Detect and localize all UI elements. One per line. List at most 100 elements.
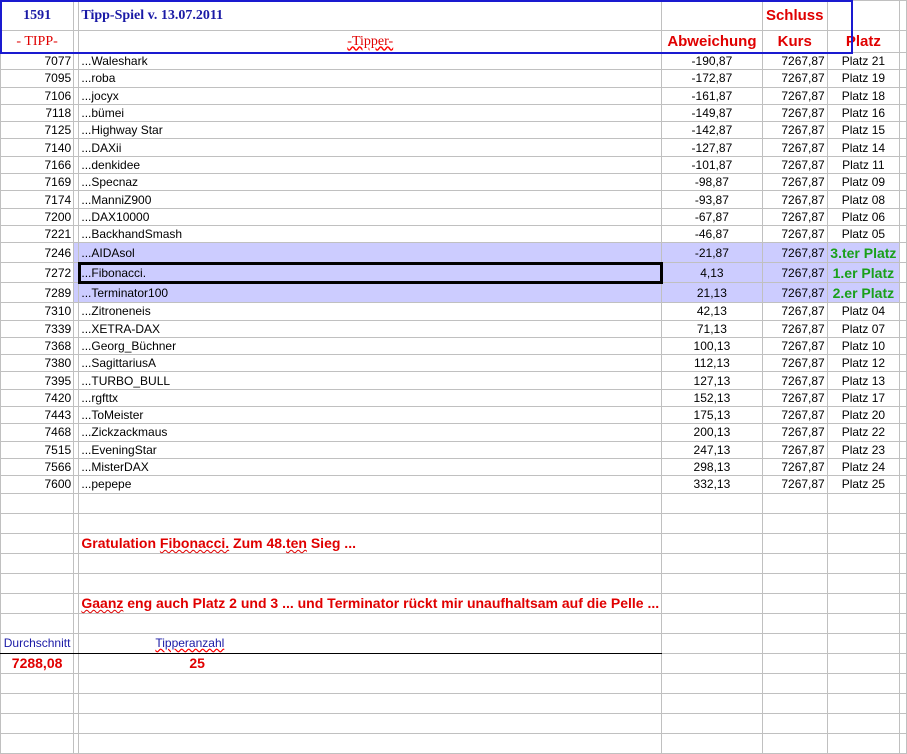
empty-cell[interactable] bbox=[761, 732, 828, 754]
empty-cell[interactable] bbox=[899, 532, 907, 554]
platz-cell[interactable]: 1.er Platz bbox=[826, 262, 901, 284]
empty-cell[interactable] bbox=[826, 572, 901, 594]
tipper-cell[interactable]: ...Fibonacci. bbox=[77, 261, 663, 284]
empty-cell[interactable] bbox=[661, 652, 763, 674]
empty-cell[interactable] bbox=[899, 207, 907, 226]
abweichung-cell[interactable]: -172,87 bbox=[661, 69, 763, 88]
kurs-cell[interactable]: 7267,87 bbox=[761, 371, 828, 390]
tipper-cell[interactable]: ...rgfttx bbox=[78, 388, 663, 408]
abweichung-cell[interactable]: 247,13 bbox=[661, 440, 763, 459]
empty-cell[interactable] bbox=[0, 592, 75, 614]
empty-cell[interactable] bbox=[761, 512, 828, 534]
empty-cell[interactable] bbox=[899, 190, 907, 209]
empty-cell[interactable] bbox=[761, 672, 828, 694]
kurs-cell[interactable]: 7267,87 bbox=[761, 319, 828, 338]
empty-cell[interactable] bbox=[899, 121, 907, 140]
empty-cell[interactable] bbox=[899, 224, 907, 244]
abweichung-cell[interactable]: -46,87 bbox=[661, 224, 763, 244]
message-cell[interactable]: Gaanz eng auch Platz 2 und 3 ... und Ter… bbox=[78, 592, 663, 614]
empty-cell[interactable] bbox=[661, 512, 763, 534]
tipp-cell[interactable]: 7310 bbox=[0, 302, 75, 321]
empty-cell[interactable] bbox=[0, 552, 75, 574]
empty-cell[interactable] bbox=[78, 712, 663, 734]
tipp-cell[interactable]: 7095 bbox=[0, 69, 75, 88]
empty-cell[interactable] bbox=[899, 155, 907, 175]
abweichung-cell[interactable]: 4,13 bbox=[661, 262, 763, 284]
tipper-cell[interactable]: ...DAX10000 bbox=[78, 207, 663, 226]
empty-cell[interactable] bbox=[899, 336, 907, 356]
empty-cell[interactable] bbox=[899, 492, 907, 514]
tipp-cell[interactable]: 7515 bbox=[0, 440, 75, 459]
empty-cell[interactable] bbox=[78, 492, 663, 514]
empty-cell[interactable] bbox=[899, 173, 907, 192]
empty-cell[interactable] bbox=[78, 552, 663, 574]
empty-cell[interactable] bbox=[78, 692, 663, 714]
tipp-cell[interactable]: 7106 bbox=[0, 86, 75, 105]
abweichung-cell[interactable]: 42,13 bbox=[661, 302, 763, 321]
tipperanzahl-value[interactable]: 25 bbox=[78, 652, 663, 674]
abweichung-cell[interactable]: 112,13 bbox=[661, 354, 763, 373]
empty-cell[interactable] bbox=[78, 612, 663, 634]
tipper-cell[interactable]: ...Terminator100 bbox=[78, 282, 663, 304]
empty-cell[interactable] bbox=[899, 371, 907, 390]
tipper-cell[interactable]: ...Waleshark bbox=[78, 51, 663, 71]
empty-cell[interactable] bbox=[899, 612, 907, 634]
tipp-cell[interactable]: 7166 bbox=[0, 155, 75, 175]
empty-cell[interactable] bbox=[0, 692, 75, 714]
kurs-cell[interactable]: 7267,87 bbox=[761, 103, 828, 123]
abweichung-cell[interactable]: 71,13 bbox=[661, 319, 763, 338]
empty-cell[interactable] bbox=[661, 612, 763, 634]
empty-cell[interactable] bbox=[78, 512, 663, 534]
tipp-cell[interactable]: 7118 bbox=[0, 103, 75, 123]
platz-cell[interactable]: 3.ter Platz bbox=[826, 242, 901, 264]
empty-cell[interactable] bbox=[661, 712, 763, 734]
kurs-cell[interactable]: 7267,87 bbox=[761, 262, 828, 284]
empty-cell[interactable] bbox=[661, 532, 763, 554]
tipp-count[interactable]: 1591 bbox=[0, 0, 75, 31]
empty-cell[interactable] bbox=[899, 672, 907, 694]
empty-cell[interactable] bbox=[761, 592, 828, 614]
kurs-cell[interactable]: 7267,87 bbox=[761, 138, 828, 157]
kurs-cell[interactable]: 7267,87 bbox=[761, 224, 828, 244]
empty-cell[interactable] bbox=[761, 532, 828, 554]
empty-cell[interactable] bbox=[899, 712, 907, 734]
empty-cell[interactable] bbox=[0, 672, 75, 694]
empty-cell[interactable] bbox=[899, 692, 907, 714]
col-platz-header[interactable]: Platz bbox=[826, 30, 901, 53]
empty-cell[interactable] bbox=[0, 512, 75, 534]
kurs-cell[interactable]: 7267,87 bbox=[761, 388, 828, 408]
platz-cell[interactable]: Platz 10 bbox=[826, 336, 901, 356]
empty-cell[interactable] bbox=[899, 475, 907, 494]
tipperanzahl-label[interactable]: Tipperanzahl bbox=[78, 632, 663, 654]
empty-cell[interactable] bbox=[761, 632, 828, 654]
empty-cell[interactable] bbox=[899, 86, 907, 105]
empty-cell[interactable] bbox=[899, 51, 907, 71]
kurs-cell[interactable]: 7267,87 bbox=[761, 190, 828, 209]
empty-cell[interactable] bbox=[0, 612, 75, 634]
empty-cell[interactable] bbox=[761, 692, 828, 714]
abweichung-cell[interactable]: 152,13 bbox=[661, 388, 763, 408]
empty-cell[interactable] bbox=[899, 242, 907, 264]
empty-cell[interactable] bbox=[899, 282, 907, 304]
tipper-cell[interactable]: ...pepepe bbox=[78, 475, 663, 494]
empty-cell[interactable] bbox=[0, 732, 75, 754]
abweichung-cell[interactable]: 298,13 bbox=[661, 457, 763, 477]
tipper-cell[interactable]: ...AIDAsol bbox=[78, 242, 663, 264]
kurs-cell[interactable]: 7267,87 bbox=[761, 406, 828, 425]
platz-cell[interactable]: Platz 17 bbox=[826, 388, 901, 408]
empty-cell[interactable] bbox=[899, 632, 907, 654]
tipper-cell[interactable]: ...ManniZ900 bbox=[78, 190, 663, 209]
tipper-cell[interactable]: ...Specnaz bbox=[78, 173, 663, 192]
tipp-cell[interactable]: 7272 bbox=[0, 262, 75, 284]
empty-cell[interactable] bbox=[661, 732, 763, 754]
platz-cell[interactable]: Platz 19 bbox=[826, 69, 901, 88]
schluss-label[interactable]: Schluss bbox=[761, 0, 828, 31]
tipper-cell[interactable]: ...ToMeister bbox=[78, 406, 663, 425]
abweichung-cell[interactable]: 21,13 bbox=[661, 282, 763, 304]
kurs-cell[interactable]: 7267,87 bbox=[761, 475, 828, 494]
col-tipper-header[interactable]: -Tipper- bbox=[78, 30, 663, 53]
kurs-cell[interactable]: 7267,87 bbox=[761, 336, 828, 356]
empty-cell[interactable] bbox=[0, 492, 75, 514]
empty-cell[interactable] bbox=[899, 138, 907, 157]
durchschnitt-label[interactable]: Durchschnitt bbox=[0, 632, 75, 654]
